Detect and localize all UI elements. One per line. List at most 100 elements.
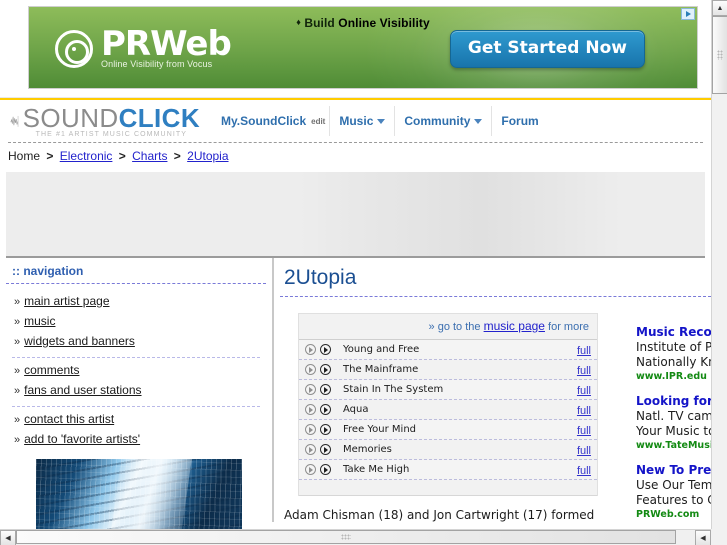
play-circle-filled-icon[interactable] xyxy=(320,344,331,355)
right-ad-title[interactable]: New To Pre xyxy=(636,463,711,477)
track-full-link[interactable]: full xyxy=(577,341,591,359)
chevron-down-icon xyxy=(474,118,483,124)
chevron-right-icon: » xyxy=(14,365,21,377)
sidebar-item-label[interactable]: comments xyxy=(24,363,79,377)
play-circle-filled-icon[interactable] xyxy=(320,364,331,375)
play-circle-outline-icon[interactable] xyxy=(305,344,316,355)
nav-item-community[interactable]: Community xyxy=(394,106,491,136)
sidebar-item-music[interactable]: » music xyxy=(6,311,266,331)
chevron-down-icon xyxy=(377,118,386,124)
track-full-link[interactable]: full xyxy=(577,441,591,459)
sidebar-item-comments[interactable]: » comments xyxy=(6,360,266,380)
sidebar-item-label[interactable]: main artist page xyxy=(24,294,109,308)
main-nav: My.SoundClick edit Music Community Forum xyxy=(212,106,548,136)
breadcrumb-item-charts[interactable]: Charts xyxy=(132,149,167,163)
page-viewport: ♦ Build Online Visibility PRWeb Online V… xyxy=(0,0,711,529)
right-ad-line: Institute of P xyxy=(636,340,711,354)
right-ad-item[interactable]: Music Reco Institute of P Nationally Kn … xyxy=(636,325,711,382)
play-circle-outline-icon[interactable] xyxy=(305,364,316,375)
track-full-link[interactable]: full xyxy=(577,381,591,399)
breadcrumb-item-home[interactable]: Home xyxy=(8,149,40,163)
track-full-link[interactable]: full xyxy=(577,421,591,439)
breadcrumb-separator: > xyxy=(173,149,181,163)
play-circle-filled-icon[interactable] xyxy=(320,444,331,455)
play-circle-filled-icon[interactable] xyxy=(320,404,331,415)
sidebar-item-fans-and-user-stations[interactable]: » fans and user stations xyxy=(6,380,266,400)
ad-headline-bullet: ♦ xyxy=(296,17,301,27)
chevron-right-icon: » xyxy=(14,296,21,308)
track-title: Memories xyxy=(343,444,392,455)
right-ad-line: Your Music to xyxy=(636,424,711,438)
music-bar-suffix: for more xyxy=(548,321,589,333)
scroll-left-arrow[interactable]: ◀ xyxy=(0,530,16,545)
window-vertical-scrollbar[interactable]: ▲ xyxy=(711,0,727,529)
track-row[interactable]: Young and Free full xyxy=(299,340,597,360)
ad-cta-button[interactable]: Get Started Now xyxy=(449,30,645,68)
horizontal-scroll-track[interactable] xyxy=(676,530,695,545)
play-circle-outline-icon[interactable] xyxy=(305,464,316,475)
right-ad-item[interactable]: New To Pre Use Our Tem Features to C PRW… xyxy=(636,463,711,520)
track-row[interactable]: Memories full xyxy=(299,440,597,460)
play-circle-filled-icon[interactable] xyxy=(320,424,331,435)
right-ad-title[interactable]: Looking for xyxy=(636,394,711,408)
artist-banner-image xyxy=(36,459,242,529)
adchoices-icon[interactable] xyxy=(681,8,695,20)
sidebar-item-label[interactable]: widgets and banners xyxy=(24,334,135,348)
play-circle-outline-icon[interactable] xyxy=(305,444,316,455)
track-title: Aqua xyxy=(343,404,369,415)
breadcrumb: Home > Electronic > Charts > 2Utopia xyxy=(0,143,711,170)
right-ad-url: PRWeb.com xyxy=(636,509,700,520)
soundclick-logo[interactable]: SOUNDCLICK THE #1 ARTIST MUSIC COMMUNITY xyxy=(10,104,200,138)
sidebar-item-widgets-and-banners[interactable]: » widgets and banners xyxy=(6,331,266,351)
play-circle-outline-icon[interactable] xyxy=(305,404,316,415)
right-ad-title[interactable]: Music Reco xyxy=(636,325,711,339)
prweb-brand-name: PRWeb xyxy=(101,24,232,64)
sidebar-item-add-to-favorite-artists[interactable]: » add to 'favorite artists' xyxy=(6,429,266,449)
right-ad-column: Music Reco Institute of P Nationally Kn … xyxy=(636,325,711,529)
prweb-target-icon xyxy=(55,30,93,68)
nav-label: My.SoundClick xyxy=(221,114,307,128)
horizontal-scroll-thumb[interactable] xyxy=(16,530,676,544)
sidebar-divider xyxy=(12,357,260,358)
breadcrumb-item-2utopia[interactable]: 2Utopia xyxy=(187,149,228,163)
track-row[interactable]: Take Me High full xyxy=(299,460,597,480)
play-circle-outline-icon[interactable] xyxy=(305,424,316,435)
prweb-ad-banner[interactable]: ♦ Build Online Visibility PRWeb Online V… xyxy=(28,6,698,89)
navigation-list: » main artist page » music » widgets and… xyxy=(6,284,266,449)
play-circle-outline-icon[interactable] xyxy=(305,384,316,395)
ad-headline-plain: Build xyxy=(304,16,335,30)
music-bar-prefix: go to the xyxy=(437,321,481,333)
nav-edit-link[interactable]: edit xyxy=(311,106,329,136)
music-page-link[interactable]: music page xyxy=(484,319,545,333)
window-horizontal-scrollbar[interactable]: ◀ ◀ ▶ xyxy=(0,529,727,545)
nav-item-music[interactable]: Music xyxy=(329,106,394,136)
vertical-scroll-thumb[interactable] xyxy=(712,16,727,94)
nav-item-my-soundclick[interactable]: My.SoundClick xyxy=(212,106,315,136)
right-ad-line: Features to C xyxy=(636,493,711,507)
breadcrumb-item-electronic[interactable]: Electronic xyxy=(60,149,113,163)
right-ad-item[interactable]: Looking for Natl. TV cam Your Music to w… xyxy=(636,394,711,451)
scroll-thumb-grip xyxy=(341,534,351,540)
scroll-left-arrow-secondary[interactable]: ◀ xyxy=(695,530,711,545)
track-row[interactable]: Aqua full xyxy=(299,400,597,420)
sidebar-item-label[interactable]: contact this artist xyxy=(24,412,114,426)
sidebar-item-label[interactable]: add to 'favorite artists' xyxy=(24,432,140,446)
track-full-link[interactable]: full xyxy=(577,361,591,379)
track-row[interactable]: Stain In The System full xyxy=(299,380,597,400)
track-full-link[interactable]: full xyxy=(577,461,591,479)
play-circle-filled-icon[interactable] xyxy=(320,384,331,395)
track-full-link[interactable]: full xyxy=(577,401,591,419)
track-row[interactable]: Free Your Mind full xyxy=(299,420,597,440)
breadcrumb-separator: > xyxy=(46,149,54,163)
scroll-thumb-grip xyxy=(717,50,723,60)
track-row[interactable]: The Mainframe full xyxy=(299,360,597,380)
scroll-up-arrow[interactable]: ▲ xyxy=(712,0,727,16)
play-circle-filled-icon[interactable] xyxy=(320,464,331,475)
sidebar-item-label[interactable]: fans and user stations xyxy=(24,383,141,397)
sidebar-item-label[interactable]: music xyxy=(24,314,55,328)
sidebar-item-main-artist-page[interactable]: » main artist page xyxy=(6,291,266,311)
nav-item-forum[interactable]: Forum xyxy=(491,106,547,136)
prweb-brand-tagline: Online Visibility from Vocus xyxy=(101,59,213,69)
track-title: Stain In The System xyxy=(343,384,444,395)
sidebar-item-contact-this-artist[interactable]: » contact this artist xyxy=(6,409,266,429)
